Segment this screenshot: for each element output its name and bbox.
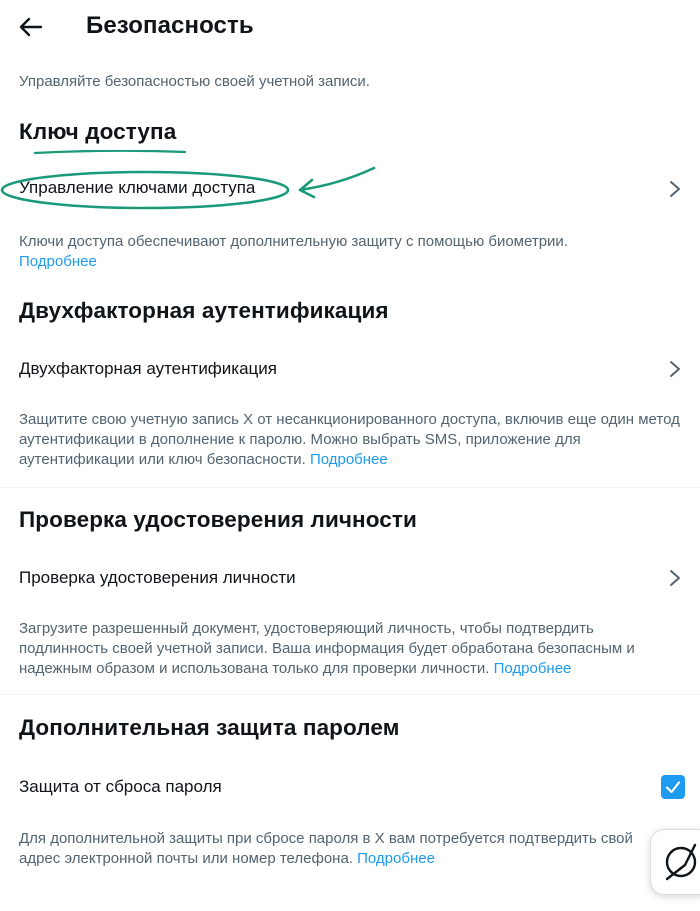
page-subtitle: Управляйте безопасностью своей учетной з… — [19, 73, 370, 90]
section-title-passkey: Ключ доступа — [19, 119, 177, 144]
row-password-reset-protect[interactable]: Защита от сброса пароля — [0, 761, 700, 813]
checkmark-icon — [665, 781, 681, 794]
chevron-right-icon — [668, 179, 682, 199]
row-id-verification[interactable]: Проверка удостоверения личности — [0, 552, 700, 604]
page-title: Безопасность — [86, 12, 254, 39]
chevron-right-icon — [668, 359, 682, 379]
divider — [0, 487, 700, 488]
section-description: Защитите свою учетную запись X от несанк… — [19, 411, 680, 468]
learn-more-link[interactable]: Подробнее — [19, 253, 97, 270]
row-label: Управление ключами доступа — [19, 178, 256, 197]
header: Безопасность — [0, 0, 700, 56]
section-description: Ключи доступа обеспечивают дополнительну… — [19, 233, 568, 270]
section-title-id-verification: Проверка удостоверения личности — [19, 507, 417, 532]
section-description: Для дополнительной защиты при сбросе пар… — [19, 830, 633, 867]
floating-action-button[interactable] — [650, 829, 700, 895]
row-manage-passkeys[interactable]: Управление ключами доступа — [0, 163, 700, 215]
back-button[interactable] — [14, 10, 48, 44]
chevron-right-icon — [668, 568, 682, 588]
section-description: Загрузите разрешенный документ, удостове… — [19, 620, 635, 677]
divider — [0, 694, 700, 695]
section-title-password-protection: Дополнительная защита паролем — [19, 715, 400, 740]
arrow-left-icon — [19, 17, 43, 37]
row-two-factor[interactable]: Двухфакторная аутентификация — [0, 342, 700, 394]
learn-more-link[interactable]: Подробнее — [310, 451, 388, 468]
section-title-2fa: Двухфакторная аутентификация — [19, 298, 389, 323]
row-label: Проверка удостоверения личности — [19, 568, 296, 587]
compass-icon — [665, 843, 697, 881]
row-label: Защита от сброса пароля — [19, 777, 222, 796]
row-label: Двухфакторная аутентификация — [19, 359, 277, 378]
learn-more-link[interactable]: Подробнее — [357, 850, 435, 867]
password-reset-checkbox[interactable] — [661, 775, 685, 799]
learn-more-link[interactable]: Подробнее — [494, 660, 572, 677]
